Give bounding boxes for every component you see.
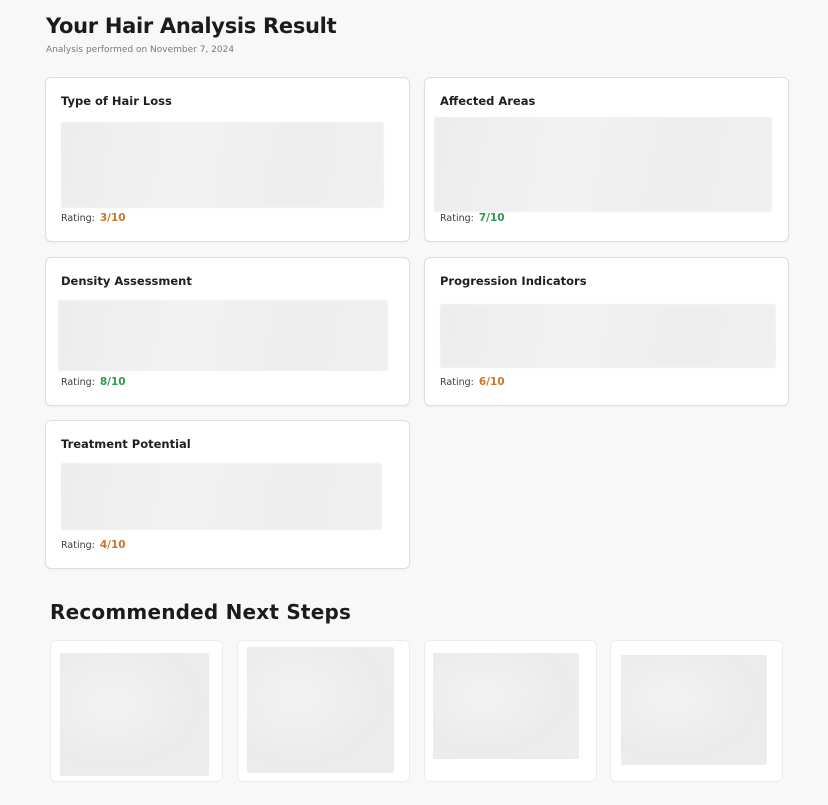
card-progression-indicators: Progression Indicators Rating: 6/10 — [424, 257, 789, 406]
rating-label: Rating: — [61, 540, 95, 551]
rating-label: Rating: — [61, 377, 95, 388]
card-title: Type of Hair Loss — [61, 94, 172, 108]
card-content-placeholder — [58, 300, 388, 371]
rating-row: Rating: 4/10 — [61, 539, 126, 551]
page-title: Your Hair Analysis Result — [46, 14, 337, 38]
rating-value: 8/10 — [99, 376, 126, 388]
rating-row: Rating: 3/10 — [61, 212, 126, 224]
next-step-card[interactable] — [610, 640, 783, 782]
card-title: Affected Areas — [440, 94, 536, 108]
card-content-placeholder — [61, 122, 384, 208]
card-density-assessment: Density Assessment Rating: 8/10 — [45, 257, 410, 406]
rating-value: 3/10 — [99, 212, 126, 224]
card-title: Progression Indicators — [440, 274, 587, 288]
card-affected-areas: Affected Areas Rating: 7/10 — [424, 77, 789, 242]
card-treatment-potential: Treatment Potential Rating: 4/10 — [45, 420, 410, 569]
card-content-placeholder — [440, 304, 776, 368]
next-step-image — [621, 655, 767, 765]
analysis-page: Your Hair Analysis Result Analysis perfo… — [0, 0, 828, 805]
next-step-card[interactable] — [424, 640, 597, 782]
card-content-placeholder — [434, 117, 772, 212]
next-step-image — [60, 653, 209, 776]
rating-label: Rating: — [440, 213, 474, 224]
card-content-placeholder — [61, 463, 382, 530]
rating-label: Rating: — [61, 213, 95, 224]
rating-row: Rating: 6/10 — [440, 376, 505, 388]
analysis-date: Analysis performed on November 7, 2024 — [46, 45, 235, 55]
next-step-image — [247, 647, 394, 773]
card-title: Density Assessment — [61, 274, 192, 288]
next-steps-title: Recommended Next Steps — [50, 600, 352, 624]
rating-row: Rating: 7/10 — [440, 212, 505, 224]
rating-value: 7/10 — [478, 212, 505, 224]
card-type-of-hair-loss: Type of Hair Loss Rating: 3/10 — [45, 77, 410, 242]
next-step-image — [433, 653, 579, 759]
next-step-card[interactable] — [50, 640, 223, 782]
card-title: Treatment Potential — [61, 437, 191, 451]
rating-row: Rating: 8/10 — [61, 376, 126, 388]
next-step-card[interactable] — [237, 640, 410, 782]
rating-value: 4/10 — [99, 539, 126, 551]
rating-label: Rating: — [440, 377, 474, 388]
rating-value: 6/10 — [478, 376, 505, 388]
